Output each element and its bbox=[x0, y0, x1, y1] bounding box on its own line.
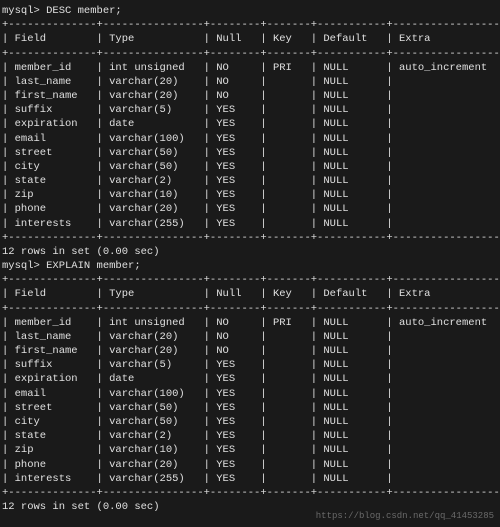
footer-line: 12 rows in set (0.00 sec) bbox=[2, 245, 498, 259]
terminal-output: mysql> DESC member;+--------------+-----… bbox=[0, 0, 500, 518]
data-row-9: | zip | varchar(10) | YES | | NULL | | bbox=[2, 188, 498, 202]
data-row-8: | state | varchar(2) | YES | | NULL | | bbox=[2, 429, 498, 443]
separator: +--------------+----------------+-------… bbox=[2, 18, 498, 32]
data-row-1: | last_name | varchar(20) | NO | | NULL … bbox=[2, 75, 498, 89]
data-row-10: | phone | varchar(20) | YES | | NULL | | bbox=[2, 202, 498, 216]
data-row-0: | member_id | int unsigned | NO | PRI | … bbox=[2, 316, 498, 330]
header-row: | Field | Type | Null | Key | Default | … bbox=[2, 287, 498, 301]
separator: +--------------+----------------+-------… bbox=[2, 486, 498, 500]
data-row-11: | interests | varchar(255) | YES | | NUL… bbox=[2, 472, 498, 486]
data-row-5: | email | varchar(100) | YES | | NULL | … bbox=[2, 387, 498, 401]
data-row-6: | street | varchar(50) | YES | | NULL | … bbox=[2, 401, 498, 415]
data-row-4: | expiration | date | YES | | NULL | | bbox=[2, 372, 498, 386]
data-row-7: | city | varchar(50) | YES | | NULL | | bbox=[2, 160, 498, 174]
data-row-11: | interests | varchar(255) | YES | | NUL… bbox=[2, 217, 498, 231]
watermark: https://blog.csdn.net/qq_41453285 bbox=[316, 510, 494, 522]
data-row-3: | suffix | varchar(5) | YES | | NULL | | bbox=[2, 358, 498, 372]
data-row-8: | state | varchar(2) | YES | | NULL | | bbox=[2, 174, 498, 188]
data-row-7: | city | varchar(50) | YES | | NULL | | bbox=[2, 415, 498, 429]
data-row-3: | suffix | varchar(5) | YES | | NULL | | bbox=[2, 103, 498, 117]
data-row-1: | last_name | varchar(20) | NO | | NULL … bbox=[2, 330, 498, 344]
sql-prompt: mysql> EXPLAIN member; bbox=[2, 259, 498, 273]
separator: +--------------+----------------+-------… bbox=[2, 231, 498, 245]
data-row-9: | zip | varchar(10) | YES | | NULL | | bbox=[2, 443, 498, 457]
data-row-10: | phone | varchar(20) | YES | | NULL | | bbox=[2, 458, 498, 472]
data-row-6: | street | varchar(50) | YES | | NULL | … bbox=[2, 146, 498, 160]
header-row: | Field | Type | Null | Key | Default | … bbox=[2, 32, 498, 46]
sql-prompt: mysql> DESC member; bbox=[2, 4, 498, 18]
data-row-2: | first_name | varchar(20) | NO | | NULL… bbox=[2, 344, 498, 358]
data-row-5: | email | varchar(100) | YES | | NULL | … bbox=[2, 132, 498, 146]
separator: +--------------+----------------+-------… bbox=[2, 273, 498, 287]
separator: +--------------+----------------+-------… bbox=[2, 302, 498, 316]
separator: +--------------+----------------+-------… bbox=[2, 47, 498, 61]
data-row-4: | expiration | date | YES | | NULL | | bbox=[2, 117, 498, 131]
data-row-2: | first_name | varchar(20) | NO | | NULL… bbox=[2, 89, 498, 103]
data-row-0: | member_id | int unsigned | NO | PRI | … bbox=[2, 61, 498, 75]
